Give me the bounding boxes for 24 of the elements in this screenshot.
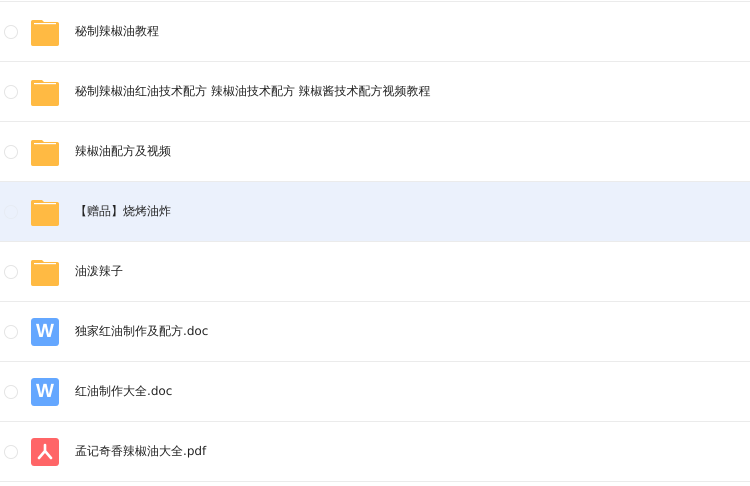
select-checkbox[interactable] xyxy=(4,384,18,398)
select-checkbox[interactable] xyxy=(4,144,18,158)
file-name: 红油制作大全.doc xyxy=(75,383,172,400)
select-checkbox[interactable] xyxy=(4,84,18,98)
file-name: 【赠品】烧烤油炸 xyxy=(75,203,171,220)
word-document-icon: W xyxy=(31,378,59,406)
file-name: 秘制辣椒油教程 xyxy=(75,23,159,40)
select-checkbox[interactable] xyxy=(4,444,18,458)
file-name: 孟记奇香辣椒油大全.pdf xyxy=(75,443,206,460)
select-checkbox[interactable] xyxy=(4,264,18,278)
folder-icon xyxy=(31,198,59,226)
file-name: 秘制辣椒油红油技术配方 辣椒油技术配方 辣椒酱技术配方视频教程 xyxy=(75,83,431,100)
file-name: 独家红油制作及配方.doc xyxy=(75,323,208,340)
pdf-icon xyxy=(31,438,59,466)
word-document-icon: W xyxy=(31,318,59,346)
folder-icon xyxy=(31,78,59,106)
folder-icon xyxy=(31,258,59,286)
select-checkbox[interactable] xyxy=(4,324,18,338)
folder-icon xyxy=(31,18,59,46)
file-row[interactable]: 【赠品】烧烤油炸 xyxy=(0,182,750,242)
file-name: 辣椒油配方及视频 xyxy=(75,143,171,160)
select-checkbox[interactable] xyxy=(4,24,18,38)
file-name: 油泼辣子 xyxy=(75,263,123,280)
folder-icon xyxy=(31,138,59,166)
